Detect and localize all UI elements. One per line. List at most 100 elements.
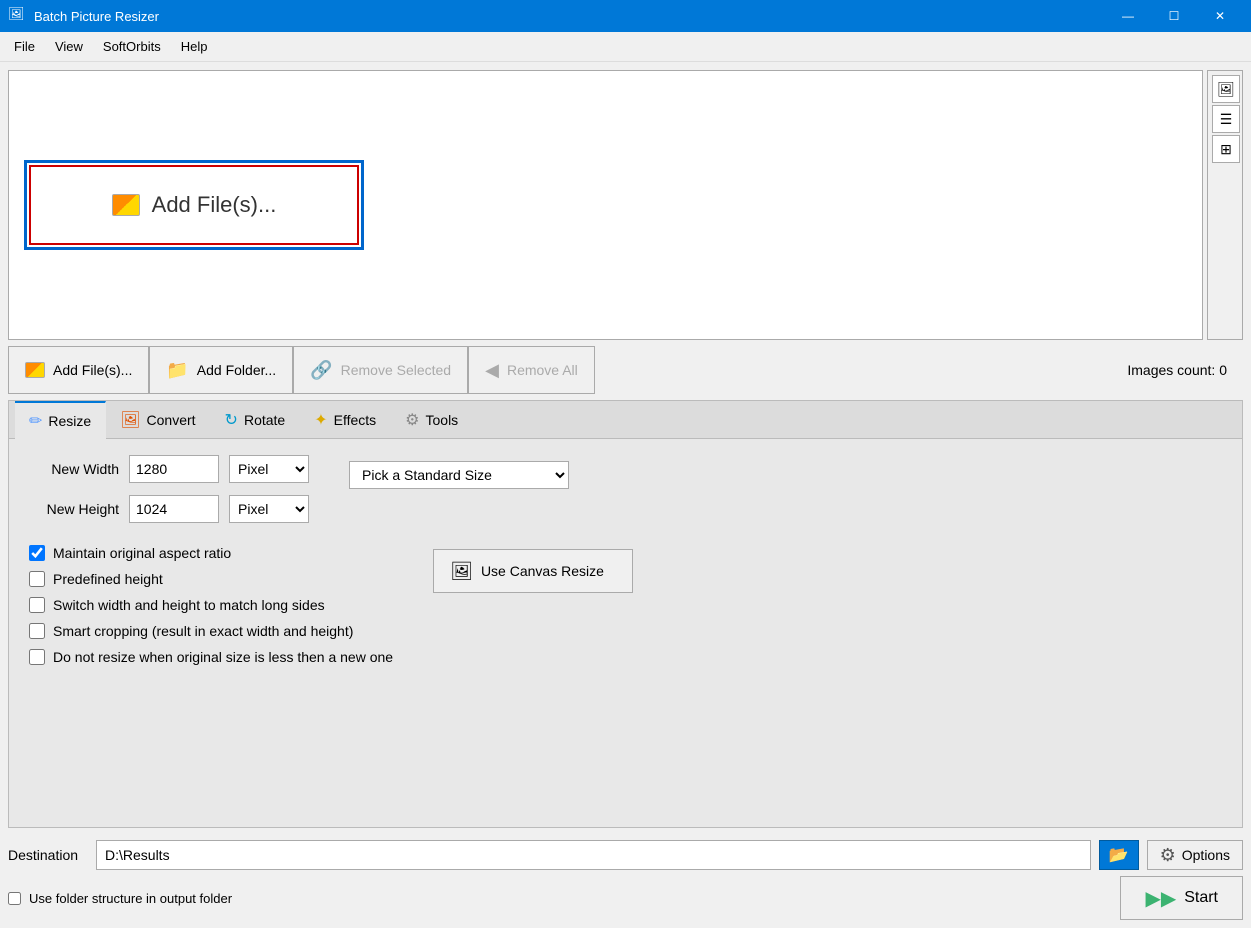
options-gear-icon: ⚙	[1160, 845, 1176, 866]
menu-softorbits[interactable]: SoftOrbits	[93, 35, 171, 58]
view-grid-button[interactable]: ⊞	[1212, 135, 1240, 163]
start-button[interactable]: ▶▶ Start	[1120, 876, 1243, 920]
menubar: File View SoftOrbits Help	[0, 32, 1251, 62]
maintain-aspect-checkbox[interactable]	[29, 545, 45, 561]
canvas-resize-label: Use Canvas Resize	[481, 563, 604, 579]
destination-browse-icon: 📂	[1109, 845, 1129, 865]
convert-tab-label: Convert	[147, 412, 196, 428]
view-list-button[interactable]: ☰	[1212, 105, 1240, 133]
remove-all-button[interactable]: ◀ Remove All	[468, 346, 595, 394]
switch-width-height-row: Switch width and height to match long si…	[29, 597, 393, 613]
new-width-input[interactable]: 1280	[129, 455, 219, 483]
switch-width-height-checkbox[interactable]	[29, 597, 45, 613]
destination-browse-button[interactable]: 📂	[1099, 840, 1139, 870]
app-title: Batch Picture Resizer	[34, 9, 1105, 24]
titlebar: 🖼 Batch Picture Resizer — ☐ ✕	[0, 0, 1251, 32]
new-width-unit-select[interactable]: Pixel Percent Cm Inch	[229, 455, 309, 483]
remove-all-label: Remove All	[507, 362, 578, 378]
resize-tab-label: Resize	[48, 413, 91, 429]
add-folder-icon: 📁	[166, 360, 188, 381]
folder-structure-checkbox[interactable]	[8, 892, 21, 905]
resize-tab-content: New Width 1280 Pixel Percent Cm Inch New…	[9, 439, 1242, 691]
remove-all-icon: ◀	[485, 360, 499, 381]
new-width-label: New Width	[29, 461, 119, 477]
resize-tab-icon: ✏	[29, 411, 42, 431]
convert-tab-icon: 🖼	[120, 410, 140, 430]
add-files-icon	[25, 362, 45, 378]
maintain-aspect-label: Maintain original aspect ratio	[53, 545, 231, 561]
checkboxes-column: Maintain original aspect ratio Predefine…	[29, 545, 393, 675]
start-icon: ▶▶	[1145, 886, 1176, 911]
menu-file[interactable]: File	[4, 35, 45, 58]
effects-tab-icon: ✦	[314, 410, 327, 430]
minimize-button[interactable]: —	[1105, 0, 1151, 32]
add-files-big-icon	[112, 194, 140, 216]
tab-tools[interactable]: ⚙ Tools	[391, 401, 473, 439]
image-area: Add File(s)...	[8, 70, 1203, 340]
bottom-actions: Use folder structure in output folder ▶▶…	[8, 876, 1243, 920]
tab-resize[interactable]: ✏ Resize	[15, 401, 106, 439]
images-count: Images count: 0	[1127, 362, 1243, 378]
image-toolbar: 🖼 ☰ ⊞	[1207, 70, 1243, 340]
close-button[interactable]: ✕	[1197, 0, 1243, 32]
add-files-label: Add File(s)...	[53, 362, 132, 378]
standard-size-wrapper: Pick a Standard Size 640×480 800×600 102…	[329, 455, 569, 489]
predefined-height-label: Predefined height	[53, 571, 163, 587]
app-icon: 🖼	[8, 6, 28, 26]
images-count-value: 0	[1219, 362, 1227, 378]
no-resize-label: Do not resize when original size is less…	[53, 649, 393, 665]
predefined-height-row: Predefined height	[29, 571, 393, 587]
rotate-tab-label: Rotate	[244, 412, 285, 428]
add-files-big-label: Add File(s)...	[152, 192, 277, 218]
tab-effects[interactable]: ✦ Effects	[300, 401, 391, 439]
predefined-height-checkbox[interactable]	[29, 571, 45, 587]
destination-input[interactable]	[96, 840, 1091, 870]
tabs-panel: ✏ Resize 🖼 Convert ↻ Rotate ✦ Effects ⚙ …	[8, 400, 1243, 828]
folder-structure-row: Use folder structure in output folder	[8, 891, 232, 906]
options-button[interactable]: ⚙ Options	[1147, 840, 1243, 870]
tools-tab-label: Tools	[426, 412, 459, 428]
options-label: Options	[1182, 847, 1230, 863]
smart-cropping-checkbox[interactable]	[29, 623, 45, 639]
maximize-button[interactable]: ☐	[1151, 0, 1197, 32]
button-row: Add File(s)... 📁 Add Folder... 🔗 Remove …	[8, 346, 1243, 394]
rotate-tab-icon: ↻	[225, 410, 238, 430]
remove-selected-icon: 🔗	[310, 360, 332, 381]
main-content: Add File(s)... 🖼 ☰ ⊞ Add File(s)... 📁 Ad…	[0, 62, 1251, 928]
add-files-button[interactable]: Add File(s)...	[8, 346, 149, 394]
canvas-resize-wrapper: 🖼 Use Canvas Resize	[433, 545, 633, 593]
tabs-header: ✏ Resize 🖼 Convert ↻ Rotate ✦ Effects ⚙ …	[9, 401, 1242, 439]
standard-size-select[interactable]: Pick a Standard Size 640×480 800×600 102…	[349, 461, 569, 489]
bottom-bar: Destination 📂 ⚙ Options Use folder struc…	[8, 834, 1243, 920]
maintain-aspect-row: Maintain original aspect ratio	[29, 545, 393, 561]
menu-view[interactable]: View	[45, 35, 93, 58]
canvas-resize-icon: 🖼	[450, 561, 473, 582]
smart-cropping-row: Smart cropping (result in exact width an…	[29, 623, 393, 639]
new-height-input[interactable]: 1024	[129, 495, 219, 523]
destination-label: Destination	[8, 847, 88, 863]
folder-structure-label: Use folder structure in output folder	[29, 891, 232, 906]
image-area-wrapper: Add File(s)... 🖼 ☰ ⊞	[8, 70, 1243, 340]
new-height-label: New Height	[29, 501, 119, 517]
tab-convert[interactable]: 🖼 Convert	[106, 401, 210, 439]
new-height-row: New Height 1024 Pixel Percent Cm Inch	[29, 495, 309, 523]
no-resize-checkbox[interactable]	[29, 649, 45, 665]
titlebar-controls: — ☐ ✕	[1105, 0, 1243, 32]
images-count-label: Images count:	[1127, 362, 1215, 378]
start-label: Start	[1184, 889, 1218, 907]
add-folder-button[interactable]: 📁 Add Folder...	[149, 346, 293, 394]
new-width-row: New Width 1280 Pixel Percent Cm Inch	[29, 455, 309, 483]
view-thumbnails-button[interactable]: 🖼	[1212, 75, 1240, 103]
new-height-unit-select[interactable]: Pixel Percent Cm Inch	[229, 495, 309, 523]
tools-tab-icon: ⚙	[405, 410, 419, 430]
no-resize-row: Do not resize when original size is less…	[29, 649, 393, 665]
remove-selected-button[interactable]: 🔗 Remove Selected	[293, 346, 468, 394]
add-files-big-button[interactable]: Add File(s)...	[29, 165, 359, 245]
smart-cropping-label: Smart cropping (result in exact width an…	[53, 623, 353, 639]
menu-help[interactable]: Help	[171, 35, 218, 58]
resize-fields: New Width 1280 Pixel Percent Cm Inch New…	[29, 455, 309, 535]
canvas-resize-button[interactable]: 🖼 Use Canvas Resize	[433, 549, 633, 593]
destination-row: Destination 📂 ⚙ Options	[8, 840, 1243, 870]
remove-selected-label: Remove Selected	[341, 362, 452, 378]
tab-rotate[interactable]: ↻ Rotate	[211, 401, 301, 439]
